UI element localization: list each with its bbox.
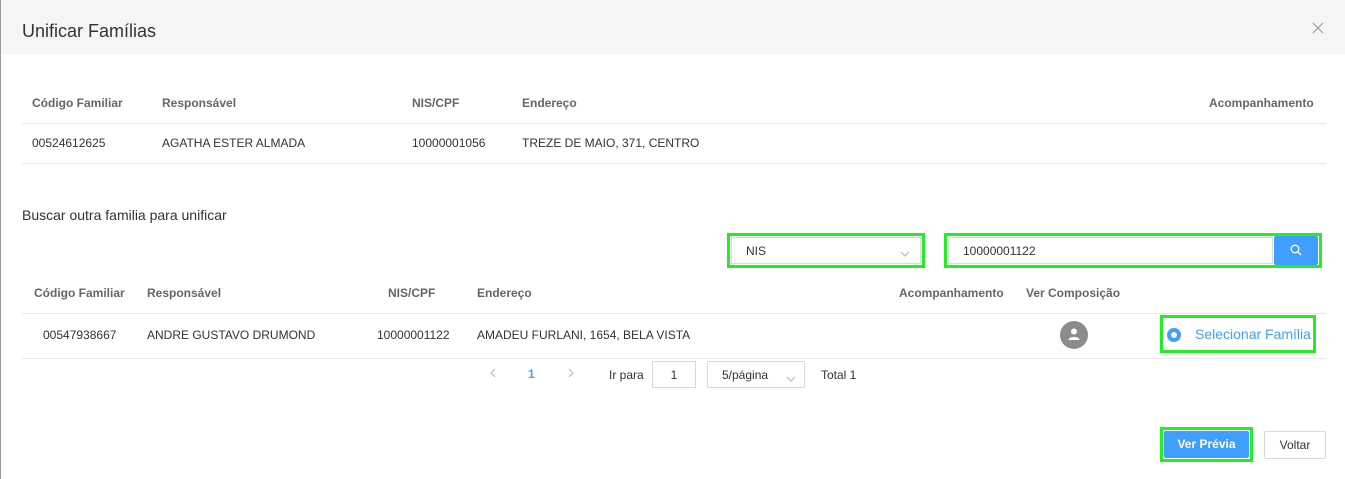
current-responsavel: AGATHA ESTER ALMADA xyxy=(162,136,306,150)
pagination-next-icon[interactable] xyxy=(564,366,578,380)
table-divider xyxy=(22,358,1326,359)
pagination-total: Total 1 xyxy=(821,368,857,382)
search-section-label: Buscar outra familia para unificar xyxy=(22,207,227,223)
ver-composicao-button[interactable] xyxy=(1060,321,1088,349)
results-header-ver-composicao: Ver Composição xyxy=(1026,286,1121,300)
current-header-codigo: Código Familiar xyxy=(32,96,123,110)
table-divider xyxy=(22,163,1326,164)
result-nis-cpf: 10000001122 xyxy=(377,328,450,342)
chevron-down-icon xyxy=(900,246,910,257)
voltar-button[interactable]: Voltar xyxy=(1264,431,1326,459)
search-type-value: NIS xyxy=(746,244,767,258)
pagination-goto-input[interactable] xyxy=(652,361,696,388)
result-responsavel: ANDRE GUSTAVO DRUMOND xyxy=(147,328,316,342)
select-family-radio[interactable] xyxy=(1167,328,1181,342)
pagination-goto-label: Ir para xyxy=(609,368,644,382)
pagination-size-select[interactable]: 5/página xyxy=(707,361,805,388)
results-header-codigo: Código Familiar xyxy=(34,286,125,300)
pagination-page-1[interactable]: 1 xyxy=(528,367,535,381)
current-header-responsavel: Responsável xyxy=(162,96,237,110)
result-codigo: 00547938667 xyxy=(43,328,117,342)
unify-families-modal: Unificar Famílias Código Familiar Respon… xyxy=(0,0,1345,479)
pagination-size-value: 5/página xyxy=(722,368,769,382)
current-header-endereco: Endereço xyxy=(522,96,577,110)
current-header-acompanhamento: Acompanhamento xyxy=(1209,96,1314,110)
search-input[interactable] xyxy=(948,237,1273,264)
close-icon[interactable] xyxy=(1309,19,1327,37)
select-family-label[interactable]: Selecionar Família xyxy=(1195,326,1311,342)
chevron-down-icon xyxy=(786,371,796,382)
table-divider xyxy=(22,313,1326,314)
search-type-select[interactable]: NIS xyxy=(731,237,921,264)
pagination-prev-icon[interactable] xyxy=(486,366,500,380)
modal-header: Unificar Famílias xyxy=(1,0,1345,54)
results-header-nis-cpf: NIS/CPF xyxy=(388,286,436,300)
current-codigo: 00524612625 xyxy=(32,136,106,150)
table-divider xyxy=(22,123,1326,124)
results-header-endereco: Endereço xyxy=(477,286,532,300)
current-nis-cpf: 10000001056 xyxy=(412,136,486,150)
results-header-responsavel: Responsável xyxy=(147,286,222,300)
result-endereco: AMADEU FURLANI, 1654, BELA VISTA xyxy=(477,328,691,342)
current-header-nis-cpf: NIS/CPF xyxy=(412,96,460,110)
results-header-acompanhamento: Acompanhamento xyxy=(899,286,1004,300)
modal-title: Unificar Famílias xyxy=(22,21,157,41)
search-button[interactable] xyxy=(1274,236,1318,265)
current-endereco: TREZE DE MAIO, 371, CENTRO xyxy=(522,136,700,150)
ver-previa-button[interactable]: Ver Prévia xyxy=(1164,431,1249,458)
